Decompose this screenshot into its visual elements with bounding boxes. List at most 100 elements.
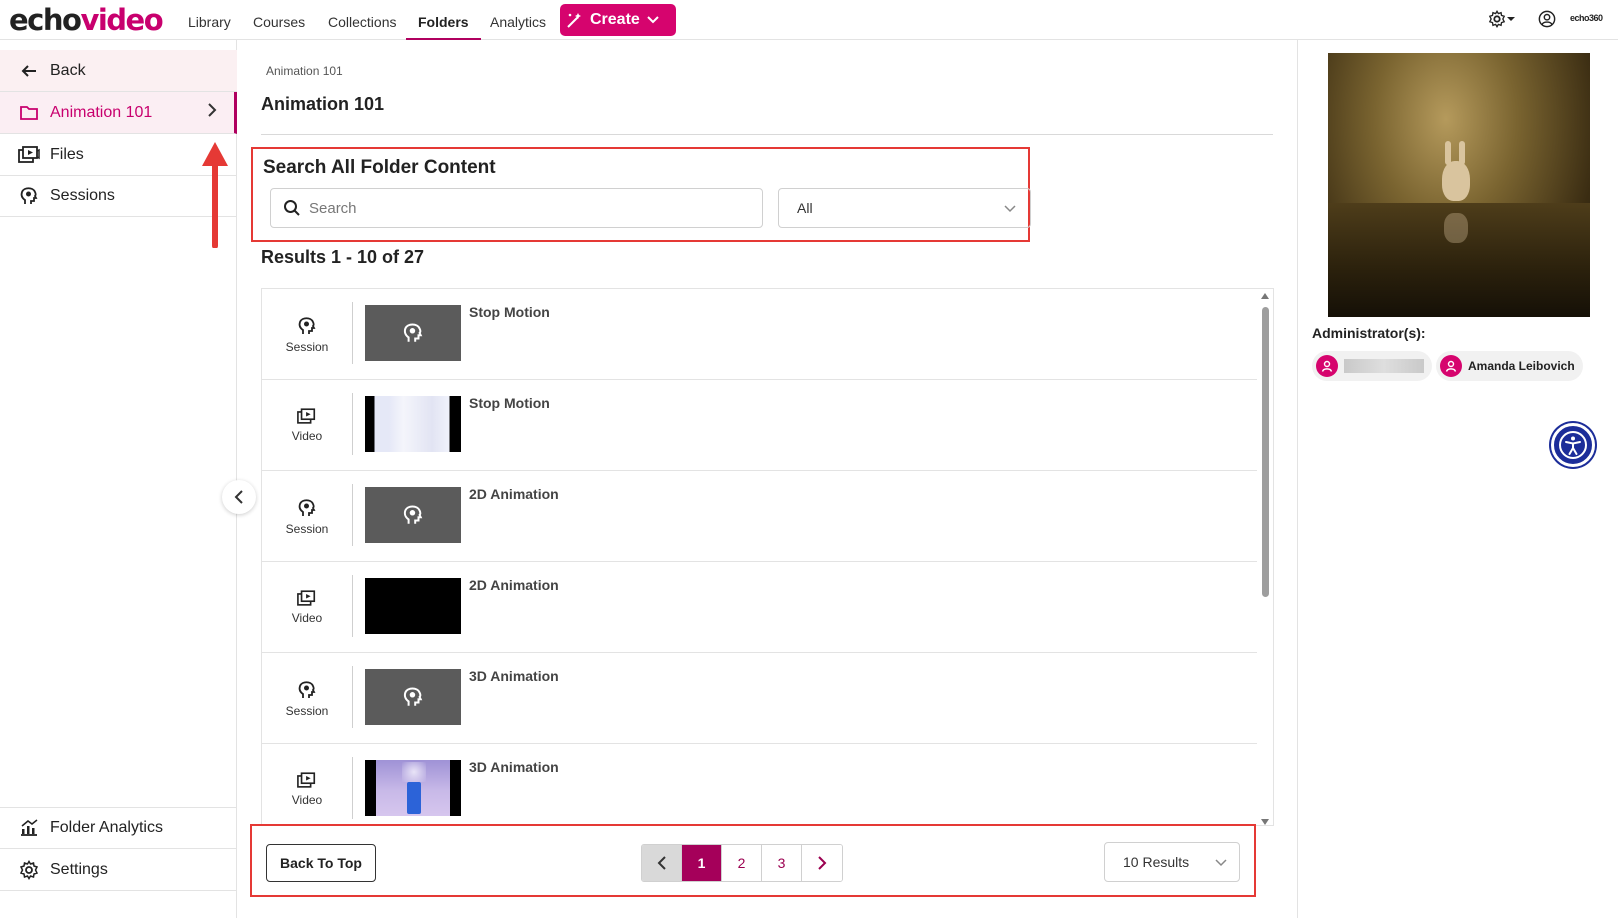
item-title[interactable]: 2D Animation — [469, 486, 559, 502]
list-item[interactable]: Session 2D Animation — [262, 471, 1258, 562]
list-item[interactable]: Video 3D Animation — [262, 744, 1258, 825]
breadcrumb[interactable]: Animation 101 — [266, 64, 343, 78]
item-type-label: Session — [285, 521, 329, 536]
item-type: Session — [262, 471, 352, 562]
user-account-menu[interactable] — [1538, 10, 1556, 28]
item-thumbnail[interactable] — [365, 396, 461, 452]
search-heading: Search All Folder Content — [263, 157, 496, 178]
chevron-down-icon — [647, 16, 659, 24]
arrow-left-icon — [18, 60, 40, 82]
item-type: Session — [262, 653, 352, 744]
item-type-label: Session — [285, 703, 329, 718]
previous-page-button[interactable] — [642, 845, 682, 881]
image-reflection — [1444, 213, 1468, 243]
sidebar-item-folder-analytics[interactable]: Folder Analytics — [0, 807, 237, 849]
chevron-left-icon — [234, 490, 243, 504]
session-head-icon — [403, 323, 423, 342]
page-button-3[interactable]: 3 — [762, 845, 802, 881]
item-title[interactable]: 2D Animation — [469, 577, 559, 593]
divider — [352, 575, 353, 637]
sidebar-item-label: Files — [50, 145, 84, 163]
admin-chip[interactable]: Amanda Leibovich — [1436, 351, 1583, 381]
scrollbar-thumb[interactable] — [1262, 307, 1269, 597]
item-type-label: Video — [291, 793, 323, 807]
item-title[interactable]: Stop Motion — [469, 304, 550, 320]
list-item[interactable]: Video Stop Motion — [262, 380, 1258, 471]
item-type: Video — [262, 562, 352, 653]
nav-analytics[interactable]: Analytics — [490, 14, 546, 40]
magic-wand-icon — [567, 13, 581, 28]
back-label: Back — [50, 61, 86, 79]
settings-menu[interactable] — [1488, 10, 1516, 28]
administrators-label: Administrator(s): — [1312, 325, 1426, 341]
session-head-icon — [403, 505, 423, 524]
accessibility-button[interactable] — [1551, 423, 1595, 467]
chevron-left-icon — [657, 856, 666, 870]
list-scrollbar[interactable] — [1257, 289, 1273, 825]
chevron-right-icon — [818, 856, 827, 870]
nav-library[interactable]: Library — [188, 14, 231, 40]
list-item[interactable]: Session 3D Animation — [262, 653, 1258, 744]
item-title[interactable]: 3D Animation — [469, 668, 559, 684]
item-thumbnail[interactable] — [365, 487, 461, 543]
video-library-icon — [297, 590, 316, 606]
gear-icon — [1488, 10, 1506, 28]
results-count: Results 1 - 10 of 27 — [261, 247, 425, 267]
item-thumbnail[interactable] — [365, 305, 461, 361]
session-head-icon — [298, 498, 316, 516]
sidebar-item-label: Sessions — [50, 186, 115, 204]
page-title: Animation 101 — [261, 94, 385, 114]
content-type-filter[interactable]: All — [778, 188, 1031, 228]
item-type: Video — [262, 744, 352, 825]
sidebar-item-label: Animation 101 — [50, 103, 153, 121]
item-type: Video — [262, 380, 352, 471]
item-type: Session — [262, 289, 352, 380]
list-item[interactable]: Session Stop Motion — [262, 289, 1258, 380]
redacted-name — [1344, 359, 1424, 373]
session-head-icon — [298, 316, 316, 334]
item-thumbnail[interactable] — [365, 578, 461, 634]
thumbnail-bottle — [407, 782, 421, 814]
item-title[interactable]: 3D Animation — [469, 759, 559, 775]
content-list: Session Stop Motion Video Stop Motion Se… — [261, 288, 1274, 826]
gear-icon — [18, 859, 40, 881]
per-page-value: 10 Results — [1123, 854, 1190, 870]
next-page-button[interactable] — [802, 845, 842, 881]
folder-details-panel: Administrator(s): Amanda Leibovich — [1297, 40, 1618, 918]
image-bunny — [1442, 161, 1470, 201]
search-input[interactable]: Search — [270, 188, 763, 228]
video-library-icon — [18, 144, 40, 166]
results-per-page-select[interactable]: 10 Results — [1104, 842, 1240, 882]
main-content: Animation 101 Animation 101 Search All F… — [237, 40, 1297, 918]
nav-folders[interactable]: Folders — [406, 14, 481, 40]
sidebar-item-settings[interactable]: Settings — [0, 849, 237, 891]
nav-courses[interactable]: Courses — [253, 14, 305, 40]
echo360-logo: echo360 — [1570, 13, 1603, 23]
chevron-down-icon — [1215, 859, 1227, 867]
back-to-top-button[interactable]: Back To Top — [266, 844, 376, 882]
page-button-1[interactable]: 1 — [682, 845, 722, 881]
list-item[interactable]: Video 2D Animation — [262, 562, 1258, 653]
item-thumbnail[interactable] — [365, 760, 461, 816]
back-button[interactable]: Back — [0, 50, 237, 92]
nav-collections[interactable]: Collections — [328, 14, 396, 40]
sidebar-item-label: Folder Analytics — [50, 819, 163, 836]
thumbnail-spray — [402, 762, 426, 782]
echovideo-logo[interactable]: echovideo — [9, 3, 164, 37]
admin-name: Amanda Leibovich — [1468, 359, 1575, 373]
create-label: Create — [590, 11, 640, 28]
divider — [352, 484, 353, 546]
create-button[interactable]: Create — [560, 4, 676, 36]
session-head-icon — [18, 185, 40, 207]
collapse-sidebar-button[interactable] — [222, 480, 256, 514]
item-thumbnail[interactable] — [365, 669, 461, 725]
scroll-up-arrow-icon — [1261, 293, 1269, 299]
divider — [352, 393, 353, 455]
sidebar-item-animation-101[interactable]: Animation 101 — [0, 92, 237, 134]
page-button-2[interactable]: 2 — [722, 845, 762, 881]
search-placeholder: Search — [309, 199, 357, 217]
admin-chip[interactable] — [1312, 351, 1432, 381]
video-library-icon — [297, 408, 316, 424]
folder-cover-image — [1328, 53, 1590, 317]
item-title[interactable]: Stop Motion — [469, 395, 550, 411]
